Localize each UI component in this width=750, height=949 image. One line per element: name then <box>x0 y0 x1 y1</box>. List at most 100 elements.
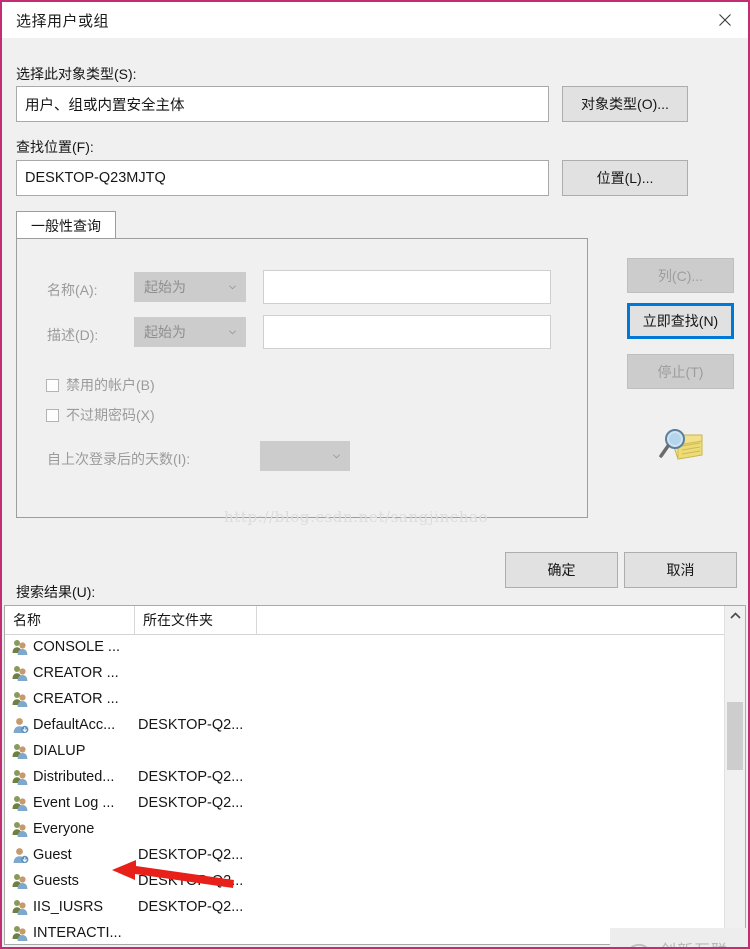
search-results-label: 搜索结果(U): <box>16 584 96 600</box>
table-row[interactable]: Guest DESKTOP-Q2... <box>5 842 723 868</box>
object-type-field[interactable]: 用户、组或内置安全主体 <box>16 86 549 122</box>
days-since-logon-label: 自上次登录后的天数(I): <box>47 451 191 467</box>
non-expiring-password-label: 不过期密码(X) <box>66 407 155 423</box>
row-folder: DESKTOP-Q2... <box>138 769 244 785</box>
cx-logo-icon <box>630 943 649 947</box>
list-rows: CONSOLE ... CREATOR ... CREATOR ... Defa… <box>5 634 723 944</box>
chevron-up-icon <box>729 612 741 619</box>
list-scrollbar[interactable] <box>724 606 745 944</box>
table-row[interactable]: Everyone <box>5 816 723 842</box>
title-bar: 选择用户或组 <box>2 2 748 38</box>
disabled-accounts-checkbox[interactable] <box>46 378 59 392</box>
table-row[interactable]: DefaultAcc... DESKTOP-Q2... <box>5 712 723 738</box>
table-row[interactable]: Guests DESKTOP-Q2... <box>5 868 723 894</box>
location-field[interactable]: DESKTOP-Q23MJTQ <box>16 160 549 196</box>
magnifier-folder-icon <box>659 429 703 460</box>
row-name: CREATOR ... <box>33 691 119 707</box>
columns-button[interactable]: 列(C)... <box>627 258 734 293</box>
stop-button[interactable]: 停止(T) <box>627 354 734 389</box>
name-input[interactable] <box>263 270 551 304</box>
row-folder: DESKTOP-Q2... <box>138 873 244 889</box>
row-folder: DESKTOP-Q2... <box>138 795 244 811</box>
object-type-label: 选择此对象类型(S): <box>16 66 137 82</box>
group-icon <box>12 640 28 655</box>
location-label: 查找位置(F): <box>16 139 94 155</box>
group-icon <box>11 924 29 942</box>
chevron-down-icon <box>333 454 340 459</box>
group-icon <box>11 638 29 656</box>
group-icon <box>12 822 28 837</box>
row-name: Distributed... <box>33 769 115 785</box>
row-name: Guest <box>33 847 72 863</box>
row-name: DIALUP <box>33 743 86 759</box>
dialog-body: 选择此对象类型(S): 用户、组或内置安全主体 对象类型(O)... 查找位置(… <box>2 38 748 947</box>
table-row[interactable]: CREATOR ... <box>5 686 723 712</box>
row-folder: DESKTOP-Q2... <box>138 847 244 863</box>
name-condition-value: 起始为 <box>144 279 186 295</box>
user-icon <box>13 718 29 733</box>
disabled-accounts-checkbox-row[interactable]: 禁用的帐户(B) <box>46 375 155 395</box>
csdn-watermark: http://blog.csdn.net/sangjinchao <box>224 508 489 526</box>
user-icon <box>11 716 29 734</box>
ok-button[interactable]: 确定 <box>505 552 618 588</box>
row-name: Event Log ... <box>33 795 115 811</box>
tab-general-query[interactable]: 一般性查询 <box>16 211 116 239</box>
table-row[interactable]: CONSOLE ... <box>5 634 723 660</box>
cancel-button[interactable]: 取消 <box>624 552 737 588</box>
group-icon <box>12 692 28 707</box>
table-row[interactable]: CREATOR ... <box>5 660 723 686</box>
chevron-down-icon <box>229 330 236 335</box>
description-input[interactable] <box>263 315 551 349</box>
group-icon <box>12 770 28 785</box>
chevron-down-icon <box>229 285 236 290</box>
query-tabstrip: 一般性查询 <box>16 211 588 239</box>
description-label: 描述(D): <box>47 327 99 343</box>
brand-watermark: 创新互联 CHUANG XIN HU LIAN <box>610 928 748 948</box>
row-name: Guests <box>33 873 79 889</box>
select-users-or-groups-dialog: 选择用户或组 选择此对象类型(S): 用户、组或内置安全主体 对象类型(O)..… <box>0 0 750 949</box>
group-icon <box>11 872 29 890</box>
group-icon <box>12 744 28 759</box>
group-icon <box>11 742 29 760</box>
group-icon <box>12 796 28 811</box>
name-condition-select[interactable]: 起始为 <box>134 272 246 302</box>
column-header-name[interactable]: 名称 <box>5 606 135 634</box>
query-groupbox: 名称(A): 起始为 描述(D): 起始为 禁用的帐户(B) 不过期密码(X) … <box>16 238 588 518</box>
group-icon <box>11 768 29 786</box>
group-icon <box>12 874 28 889</box>
row-name: CREATOR ... <box>33 665 119 681</box>
table-row[interactable]: IIS_IUSRS DESKTOP-Q2... <box>5 894 723 920</box>
brand-name-cn: 创新互联 <box>660 944 734 948</box>
table-row[interactable]: DIALUP <box>5 738 723 764</box>
table-row[interactable]: Event Log ... DESKTOP-Q2... <box>5 790 723 816</box>
description-condition-select[interactable]: 起始为 <box>134 317 246 347</box>
disabled-accounts-label: 禁用的帐户(B) <box>66 377 155 393</box>
non-expiring-password-checkbox[interactable] <box>46 408 59 422</box>
close-button[interactable] <box>702 2 748 38</box>
group-icon <box>11 664 29 682</box>
scrollbar-thumb[interactable] <box>727 702 743 770</box>
scroll-up-button[interactable] <box>725 606 745 626</box>
location-button[interactable]: 位置(L)... <box>562 160 688 196</box>
table-row[interactable]: Distributed... DESKTOP-Q2... <box>5 764 723 790</box>
days-since-logon-select[interactable] <box>260 441 350 471</box>
object-type-button[interactable]: 对象类型(O)... <box>562 86 688 122</box>
close-icon <box>719 14 731 26</box>
search-results-list[interactable]: 名称 所在文件夹 CONSOLE ... CREATOR ... CREATOR… <box>4 605 746 945</box>
row-folder: DESKTOP-Q2... <box>138 899 244 915</box>
window-title: 选择用户或组 <box>16 12 110 30</box>
group-icon <box>11 794 29 812</box>
user-icon <box>13 848 29 863</box>
row-folder: DESKTOP-Q2... <box>138 717 244 733</box>
row-name: INTERACTI... <box>33 925 122 941</box>
group-icon <box>12 900 28 915</box>
column-header-folder[interactable]: 所在文件夹 <box>135 606 257 634</box>
group-icon <box>11 820 29 838</box>
user-icon <box>11 846 29 864</box>
non-expiring-password-checkbox-row[interactable]: 不过期密码(X) <box>46 405 155 425</box>
find-now-button[interactable]: 立即查找(N) <box>627 303 734 339</box>
row-name: CONSOLE ... <box>33 639 121 655</box>
name-label: 名称(A): <box>47 282 98 298</box>
description-condition-value: 起始为 <box>144 324 186 340</box>
group-icon <box>11 898 29 916</box>
